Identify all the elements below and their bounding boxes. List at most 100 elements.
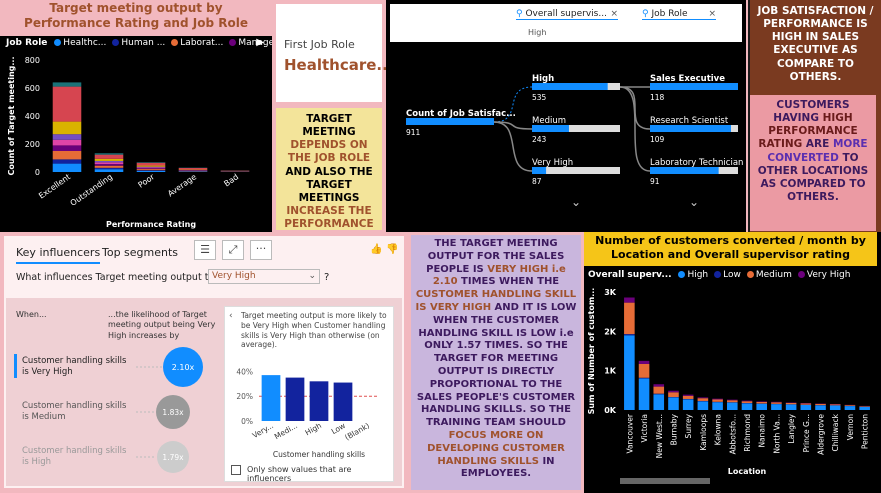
bar-segment[interactable] [682,394,694,396]
ki-question-select[interactable]: Very High ⌄ [208,269,320,284]
bar-segment[interactable] [136,170,166,171]
legend-item[interactable]: Low [714,270,741,280]
tree-bar-fill[interactable] [650,167,719,174]
bar-segment[interactable] [624,334,635,336]
legend-next-icon[interactable]: ▶ [256,37,264,48]
horizontal-scrollbar[interactable] [620,478,710,484]
bar-segment[interactable] [697,398,709,401]
bar-segment[interactable] [624,335,635,410]
bar-segment[interactable] [94,153,124,155]
expand-icon[interactable]: ⤢ [222,240,244,260]
bar-segment[interactable] [815,403,826,406]
bar-segment[interactable] [815,405,826,410]
bar-segment[interactable] [771,402,782,404]
legend-item[interactable]: Medium [746,270,792,280]
legend-item[interactable]: Human ... [112,38,165,48]
bar-segment[interactable] [638,377,650,379]
detail-bar[interactable] [261,375,281,421]
bar-segment[interactable] [94,169,124,172]
back-icon[interactable]: ‹ [229,311,233,321]
bar-segment[interactable] [829,405,841,410]
bar-segment[interactable] [682,395,694,399]
bar-segment[interactable] [859,406,870,407]
bar-segment[interactable] [638,378,650,410]
more-options-icon[interactable]: ··· [250,240,272,260]
bar-segment[interactable] [52,151,82,160]
legend-item[interactable]: Very High [797,270,850,280]
legend-item[interactable]: Manager [229,38,272,48]
bar-segment[interactable] [800,404,812,410]
tree-bar-fill[interactable] [532,125,569,132]
bar-segment[interactable] [94,164,124,166]
bar-segment[interactable] [624,302,635,335]
bar-segment[interactable] [697,397,709,399]
bar-segment[interactable] [94,167,124,170]
bar-segment[interactable] [136,170,166,172]
bar-segment[interactable] [52,159,82,164]
legend-item[interactable]: High [678,270,708,280]
bar-segment[interactable] [94,158,124,161]
bar-segment[interactable] [697,401,709,410]
bar-segment[interactable] [727,402,738,410]
bar-segment[interactable] [741,403,753,410]
bar-segment[interactable] [94,160,124,163]
thumbs-down-icon[interactable]: 👎 [386,244,398,255]
bar-segment[interactable] [727,399,738,401]
bar-segment[interactable] [136,169,166,171]
bar-segment[interactable] [727,400,738,403]
bar-segment[interactable] [712,398,723,400]
bar-segment[interactable] [712,399,723,402]
bar-segment[interactable] [844,406,856,410]
bar-segment[interactable] [136,167,166,169]
bar-segment[interactable] [653,393,665,395]
tree-bar-fill[interactable] [532,83,608,90]
bar-segment[interactable] [829,404,841,406]
bar-segment[interactable] [668,392,679,398]
bar-segment[interactable] [94,162,124,165]
bar-segment[interactable] [52,163,82,172]
bar-segment[interactable] [756,401,767,404]
bar-segment[interactable] [52,145,82,151]
bar-segment[interactable] [178,167,208,170]
detail-bar[interactable] [309,381,329,421]
legend-item[interactable]: Healthc... [54,38,106,48]
bar-segment[interactable] [756,403,767,410]
bar-segment[interactable] [844,405,856,406]
bar-segment[interactable] [136,168,166,170]
ki-checkbox[interactable] [231,465,241,475]
bar-segment[interactable] [653,394,665,410]
bar-segment[interactable] [668,390,679,393]
chevron-down-icon[interactable]: ⌄ [689,195,699,209]
bar-segment[interactable] [653,384,665,387]
bar-segment[interactable] [624,297,635,303]
chevron-down-icon[interactable]: ⌄ [571,195,581,209]
bar-segment[interactable] [52,139,82,146]
bar-segment[interactable] [52,134,82,140]
tree-bar-fill[interactable] [650,83,738,90]
bar-segment[interactable] [712,402,723,410]
bar-segment[interactable] [785,404,797,410]
bar-segment[interactable] [94,165,124,168]
bar-segment[interactable] [859,406,870,410]
bar-segment[interactable] [638,363,650,378]
bar-segment[interactable] [136,166,166,168]
bar-segment[interactable] [741,401,753,403]
detail-bar[interactable] [285,377,305,421]
bar-segment[interactable] [136,162,166,163]
legend-item[interactable]: Laborat... [171,38,223,48]
thumbs-up-icon[interactable]: 👍 [370,244,382,255]
bar-segment[interactable] [638,360,650,364]
bar-segment[interactable] [52,82,82,87]
bar-segment[interactable] [94,154,124,159]
detail-bar[interactable] [333,382,353,421]
bar-segment[interactable] [682,399,694,410]
bar-segment[interactable] [136,162,166,166]
bar-segment[interactable] [785,402,797,405]
tree-bar-fill[interactable] [406,118,494,125]
bar-segment[interactable] [136,165,166,167]
bar-segment[interactable] [771,404,782,410]
bar-segment[interactable] [653,386,665,394]
bar-segment[interactable] [668,397,679,410]
bar-segment[interactable] [52,86,82,122]
bar-segment[interactable] [741,400,753,402]
